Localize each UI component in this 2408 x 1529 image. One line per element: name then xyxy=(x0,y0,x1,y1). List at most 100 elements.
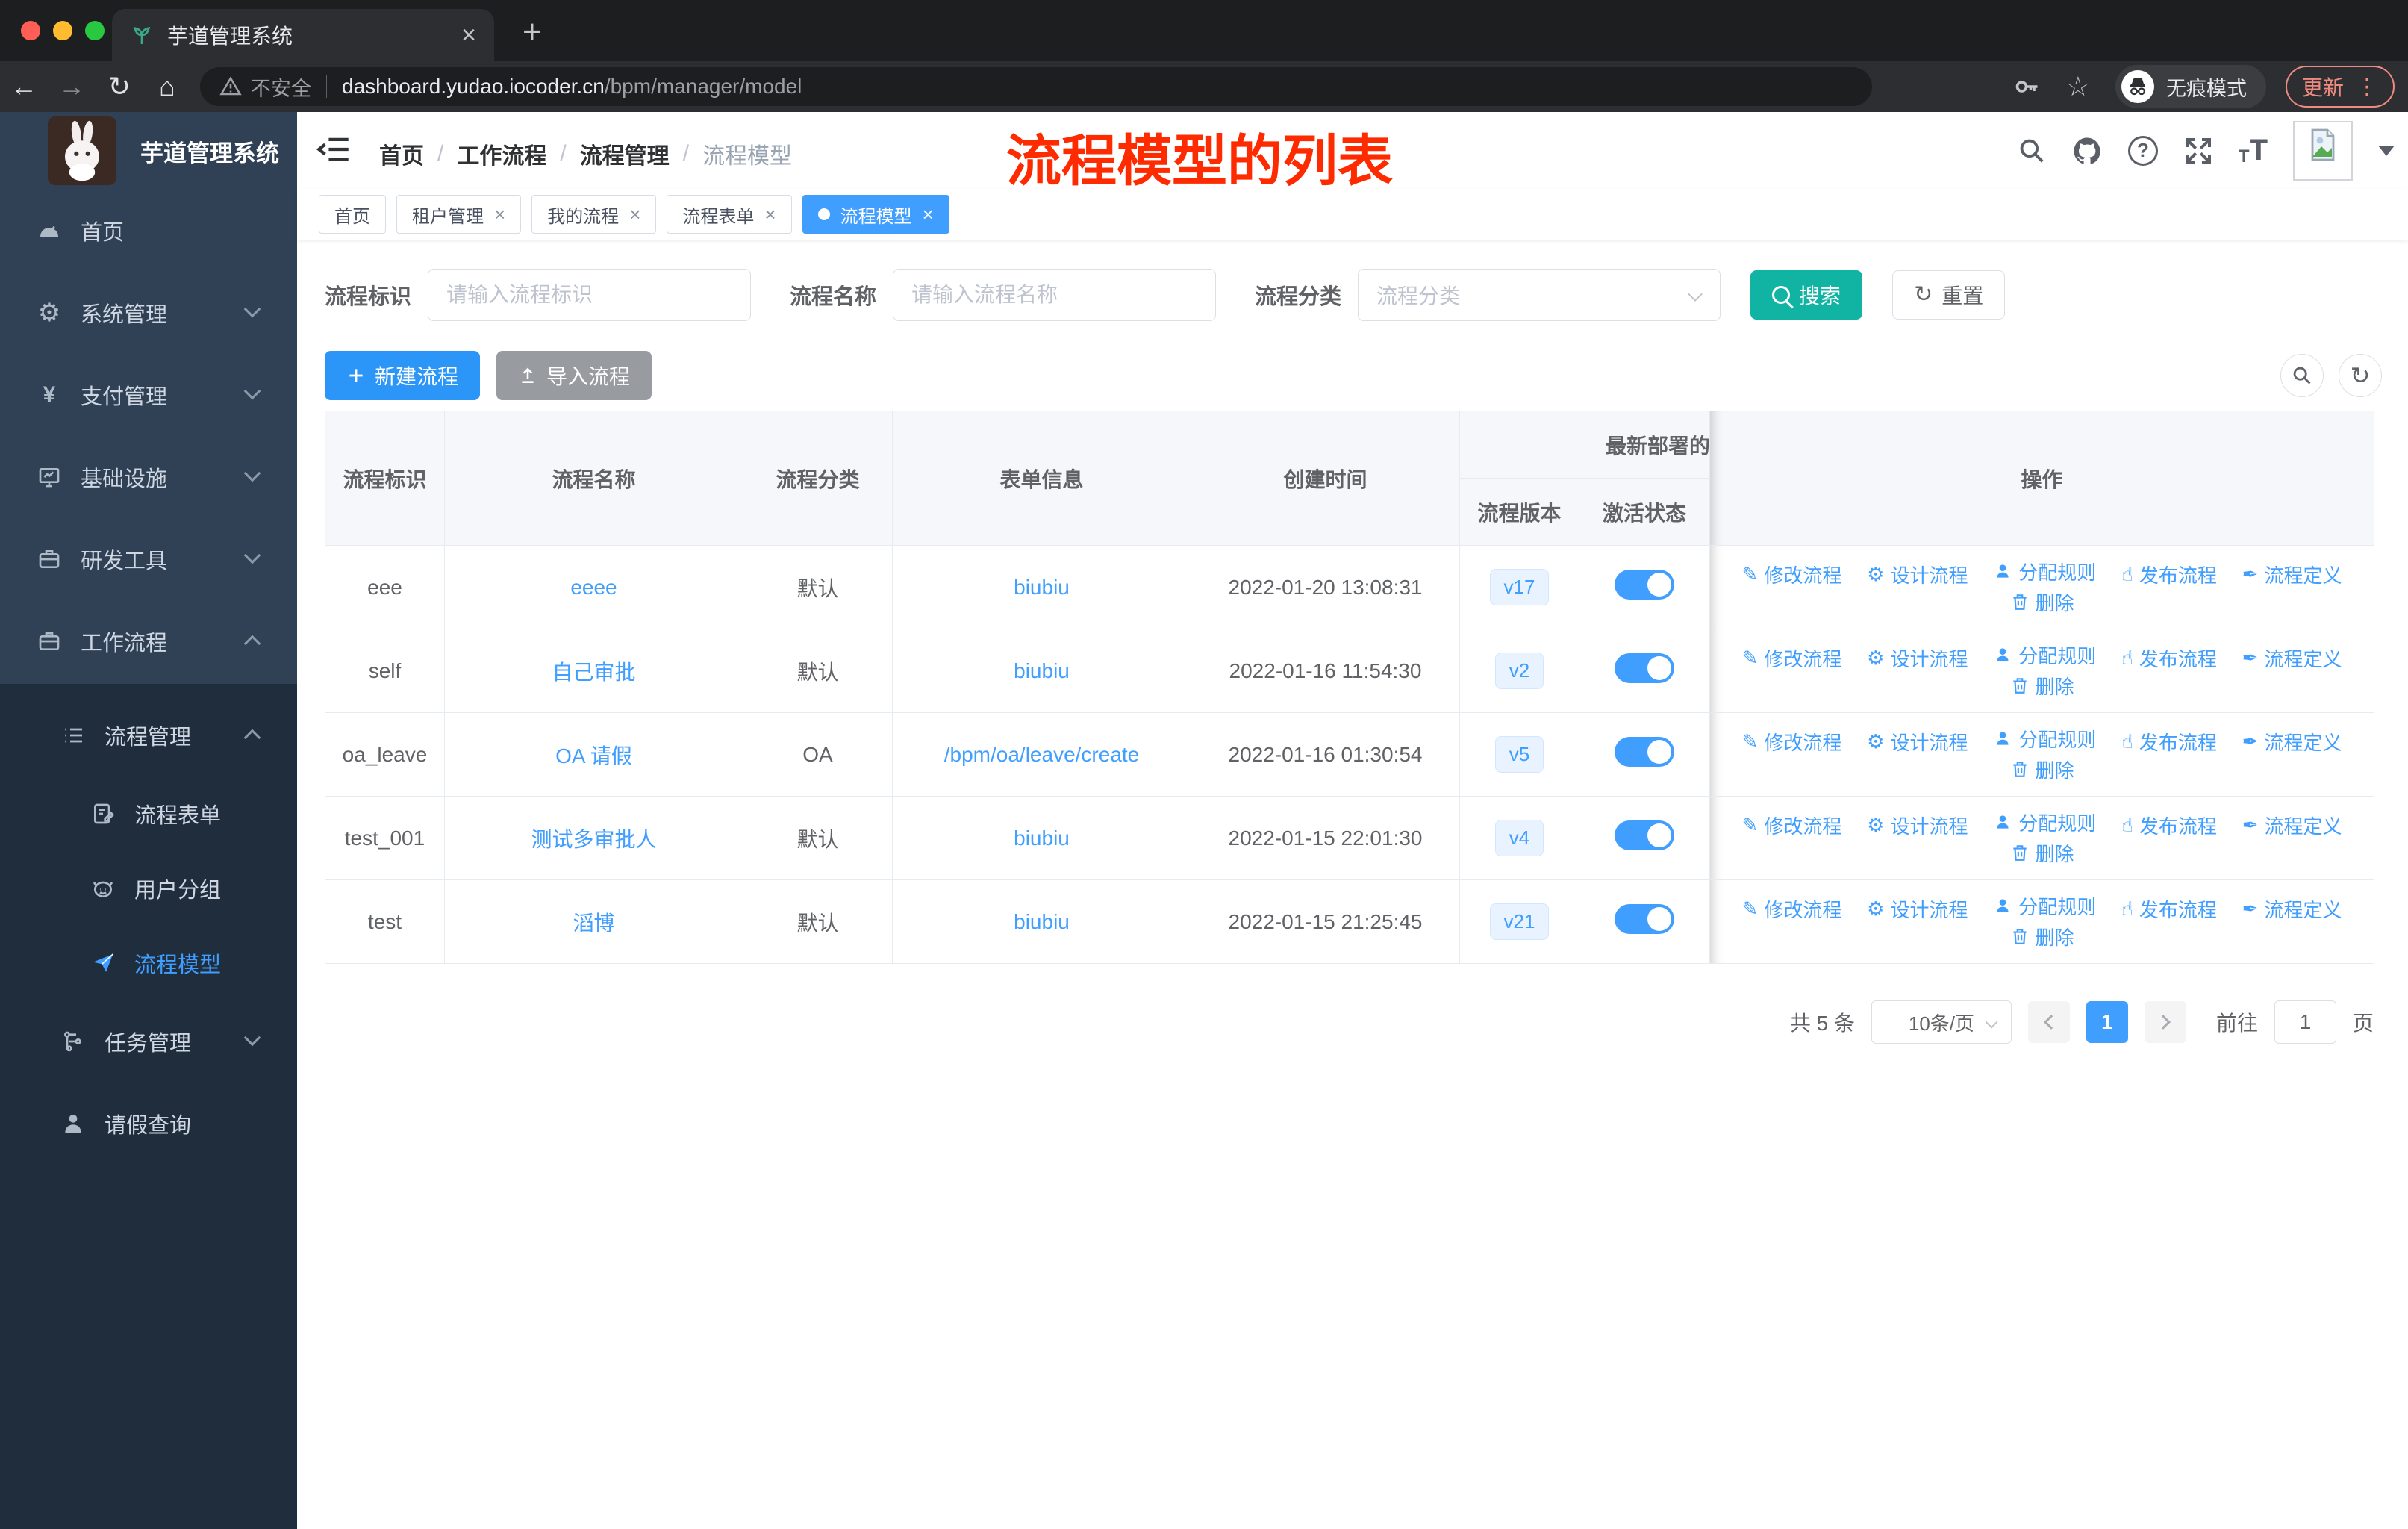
tag-process-form[interactable]: 流程表单 × xyxy=(667,195,792,234)
sidebar-item-process-mgmt[interactable]: 流程管理 xyxy=(0,694,297,776)
action-design-link[interactable]: ⚙ 设计流程 xyxy=(1867,561,1968,588)
active-toggle[interactable] xyxy=(1615,904,1674,934)
process-key-input[interactable] xyxy=(428,269,752,321)
action-assign-link[interactable]: 分配规则 xyxy=(1993,725,2096,753)
action-delete-link[interactable]: 删除 xyxy=(2010,672,2074,700)
process-name-input[interactable] xyxy=(893,269,1217,321)
form-info-link[interactable]: /bpm/oa/leave/create xyxy=(944,743,1140,766)
version-badge[interactable]: v2 xyxy=(1494,653,1544,689)
action-edit-link[interactable]: ✎ 修改流程 xyxy=(1742,561,1842,588)
maximize-window-button[interactable] xyxy=(85,21,105,40)
sidebar-item-task-mgmt[interactable]: 任务管理 xyxy=(0,1000,297,1083)
version-badge[interactable]: v21 xyxy=(1489,903,1550,940)
reload-icon[interactable]: ↻ xyxy=(96,71,143,102)
window-controls[interactable] xyxy=(21,21,105,40)
active-toggle[interactable] xyxy=(1615,820,1674,850)
action-edit-link[interactable]: ✎ 修改流程 xyxy=(1742,728,1842,756)
action-delete-link[interactable]: 删除 xyxy=(2010,756,2074,783)
sidebar-collapse-icon[interactable] xyxy=(316,134,351,164)
action-definition-link[interactable]: ✒ 流程定义 xyxy=(2242,728,2342,756)
version-badge[interactable]: v5 xyxy=(1494,736,1544,773)
update-menu-button[interactable]: 更新 ⋮ xyxy=(2285,66,2395,108)
close-window-button[interactable] xyxy=(21,21,40,40)
search-button[interactable]: 搜索 xyxy=(1750,270,1863,320)
process-name-link[interactable]: OA 请假 xyxy=(555,744,632,767)
next-page-button[interactable] xyxy=(2144,1001,2186,1043)
close-icon[interactable]: × xyxy=(494,203,505,226)
github-icon[interactable] xyxy=(2071,135,2103,166)
active-toggle[interactable] xyxy=(1615,570,1674,600)
tag-tenant[interactable]: 租户管理 × xyxy=(396,195,522,234)
import-process-button[interactable]: 导入流程 xyxy=(496,351,652,400)
action-definition-link[interactable]: ✒ 流程定义 xyxy=(2242,812,2342,839)
form-info-link[interactable]: biubiu xyxy=(1014,826,1070,850)
close-icon[interactable]: × xyxy=(764,203,776,226)
sidebar-item-system[interactable]: ⚙ 系统管理 xyxy=(0,272,297,354)
action-publish-link[interactable]: ☝ 发布流程 xyxy=(2121,644,2217,672)
version-badge[interactable]: v4 xyxy=(1494,820,1544,856)
action-delete-link[interactable]: 删除 xyxy=(2010,588,2074,616)
action-design-link[interactable]: ⚙ 设计流程 xyxy=(1867,728,1968,756)
action-delete-link[interactable]: 删除 xyxy=(2010,839,2074,867)
page-size-select[interactable]: 10条/页 xyxy=(1871,1000,2012,1044)
sidebar-item-process-form[interactable]: 流程表单 xyxy=(0,776,297,851)
new-tab-button[interactable]: + xyxy=(523,13,542,51)
close-icon[interactable]: × xyxy=(923,203,934,226)
breadcrumb-workflow[interactable]: 工作流程 xyxy=(457,137,546,170)
action-publish-link[interactable]: ☝ 发布流程 xyxy=(2121,728,2217,756)
browser-tab[interactable]: 芋道管理系统 × xyxy=(112,9,494,61)
current-page-button[interactable]: 1 xyxy=(2086,1001,2128,1043)
close-icon[interactable]: × xyxy=(629,203,640,226)
minimize-window-button[interactable] xyxy=(53,21,72,40)
password-key-icon[interactable] xyxy=(2014,73,2041,100)
action-assign-link[interactable]: 分配规则 xyxy=(1993,892,2096,920)
action-design-link[interactable]: ⚙ 设计流程 xyxy=(1867,812,1968,839)
tab-close-icon[interactable]: × xyxy=(461,21,476,50)
action-edit-link[interactable]: ✎ 修改流程 xyxy=(1742,895,1842,923)
process-name-link[interactable]: 自己审批 xyxy=(552,661,635,684)
sidebar-item-process-model[interactable]: 流程模型 xyxy=(0,926,297,1000)
action-assign-link[interactable]: 分配规则 xyxy=(1993,641,2096,669)
back-icon[interactable]: ← xyxy=(0,71,48,102)
sidebar-item-workflow[interactable]: 工作流程 xyxy=(0,600,297,682)
tag-home[interactable]: 首页 xyxy=(319,195,386,234)
action-definition-link[interactable]: ✒ 流程定义 xyxy=(2242,895,2342,923)
process-name-link[interactable]: eeee xyxy=(570,576,617,599)
help-icon[interactable]: ? xyxy=(2127,135,2158,166)
action-publish-link[interactable]: ☝ 发布流程 xyxy=(2121,812,2217,839)
category-select[interactable]: 流程分类 xyxy=(1358,269,1721,321)
action-definition-link[interactable]: ✒ 流程定义 xyxy=(2242,644,2342,672)
avatar-caret-icon[interactable] xyxy=(2378,145,2395,156)
avatar[interactable] xyxy=(2293,120,2353,181)
sidebar-item-home[interactable]: 首页 xyxy=(0,190,297,272)
process-name-link[interactable]: 滔博 xyxy=(573,912,614,935)
version-badge[interactable]: v17 xyxy=(1489,569,1550,605)
breadcrumb-process-mgmt[interactable]: 流程管理 xyxy=(580,137,670,170)
action-edit-link[interactable]: ✎ 修改流程 xyxy=(1742,812,1842,839)
create-process-button[interactable]: 新建流程 xyxy=(325,351,481,400)
fullscreen-icon[interactable] xyxy=(2183,136,2213,166)
sidebar-item-leave-query[interactable]: 请假查询 xyxy=(0,1083,297,1165)
tag-process-model[interactable]: 流程模型 × xyxy=(802,195,949,234)
kebab-menu-icon[interactable]: ⋮ xyxy=(2356,74,2378,100)
active-toggle[interactable] xyxy=(1615,653,1674,683)
font-size-icon[interactable]: TT xyxy=(2239,134,2268,167)
form-info-link[interactable]: biubiu xyxy=(1014,576,1070,599)
forward-icon[interactable]: → xyxy=(48,71,96,102)
refresh-table-button[interactable]: ↻ xyxy=(2339,354,2382,397)
action-assign-link[interactable]: 分配规则 xyxy=(1993,809,2096,836)
reset-button[interactable]: ↻ 重置 xyxy=(1892,270,2006,320)
search-icon[interactable] xyxy=(2018,137,2046,165)
action-edit-link[interactable]: ✎ 修改流程 xyxy=(1742,644,1842,672)
sidebar-item-payment[interactable]: ¥ 支付管理 xyxy=(0,354,297,436)
action-design-link[interactable]: ⚙ 设计流程 xyxy=(1867,644,1968,672)
sidebar-item-infra[interactable]: 基础设施 xyxy=(0,436,297,518)
action-publish-link[interactable]: ☝ 发布流程 xyxy=(2121,561,2217,588)
active-toggle[interactable] xyxy=(1615,737,1674,767)
sidebar-item-user-group[interactable]: 用户分组 xyxy=(0,851,297,926)
prev-page-button[interactable] xyxy=(2027,1001,2070,1043)
app-logo-row[interactable]: 芋道管理系统 xyxy=(0,112,297,190)
form-info-link[interactable]: biubiu xyxy=(1014,910,1070,933)
bookmark-star-icon[interactable]: ☆ xyxy=(2066,71,2090,102)
sidebar-item-devtools[interactable]: 研发工具 xyxy=(0,518,297,600)
